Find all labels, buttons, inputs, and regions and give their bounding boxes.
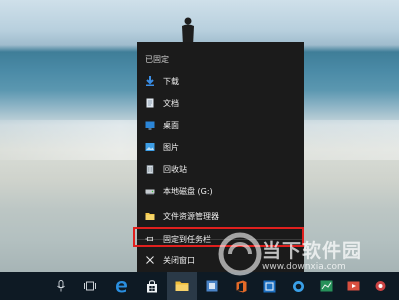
watermark-text: 当下软件园 [262,240,363,262]
drive-icon [145,186,155,196]
menu-item-label: 回收站 [163,164,187,174]
menu-item-label: 本地磁盘 (G:) [163,186,213,196]
menu-item-recycle-bin[interactable]: 回收站 [137,160,304,178]
menu-item-pictures[interactable]: 图片 [137,138,304,156]
store-icon[interactable] [137,272,167,300]
pinned-header: 已固定 [145,55,169,64]
desktop-icon [145,120,155,130]
menu-item-documents[interactable]: 文档 [137,94,304,112]
edge-icon[interactable] [106,272,136,300]
file-explorer-icon[interactable] [167,272,197,300]
microphone-icon[interactable] [46,272,76,300]
menu-item-label: 桌面 [163,120,179,130]
menu-item-label: 文档 [163,98,179,108]
menu-item-label: 关闭窗口 [163,255,195,265]
download-arrow-icon [145,76,155,86]
menu-item-label: 图片 [163,142,179,152]
menu-item-local-disk[interactable]: 本地磁盘 (G:) [137,182,304,200]
menu-item-label: 下载 [163,76,179,86]
pictures-icon [145,142,155,152]
document-icon [145,98,155,108]
watermark-url: www.downxia.com [262,262,346,272]
menu-item-file-explorer[interactable]: 文件资源管理器 [137,207,304,225]
recycle-bin-icon [145,164,155,174]
folder-icon [145,211,155,221]
close-icon [145,255,155,265]
menu-item-downloads[interactable]: 下载 [137,72,304,90]
menu-item-desktop[interactable]: 桌面 [137,116,304,134]
menu-item-label: 文件资源管理器 [163,211,219,221]
task-view-icon[interactable] [75,272,105,300]
